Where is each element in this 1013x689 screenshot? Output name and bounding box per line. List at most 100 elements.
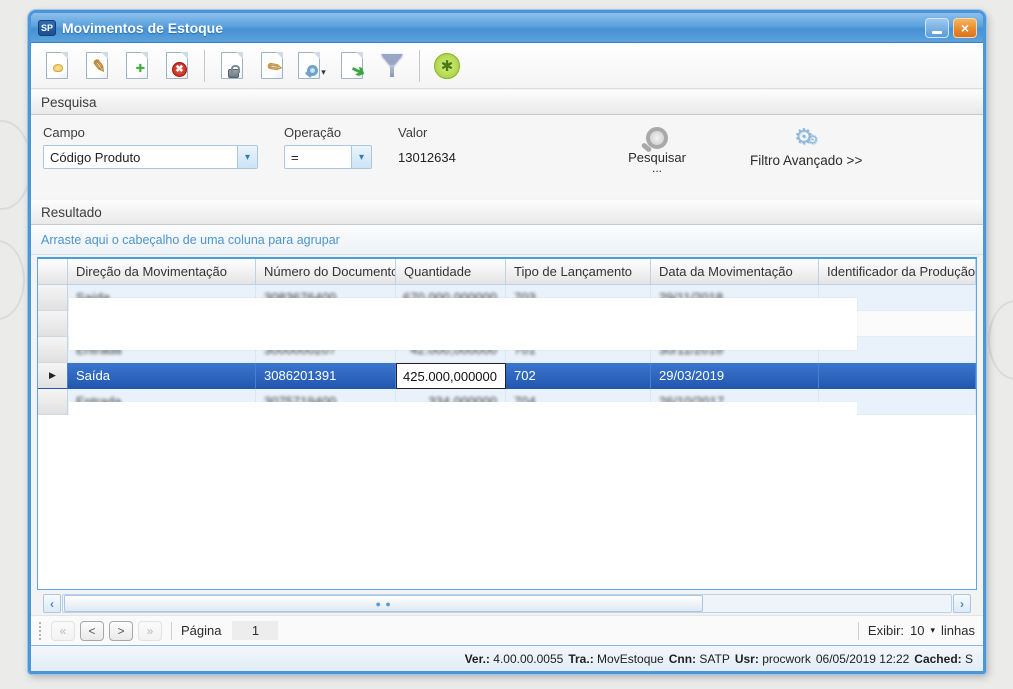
grid-body: Saída3083676400670.000,00000070329/11/20… — [38, 285, 976, 589]
edit-record-icon: ✎ — [86, 52, 108, 79]
page-number-field[interactable]: 1 — [232, 621, 278, 640]
app-icon: SP — [38, 20, 56, 36]
cell-direction[interactable]: Saída — [68, 363, 256, 389]
row-indicator-cell[interactable]: ▶ — [38, 363, 68, 389]
window-title: Movimentos de Estoque — [62, 20, 919, 36]
last-page-button[interactable]: » — [138, 621, 162, 641]
search-section-title: Pesquisa — [41, 95, 97, 110]
chevron-down-icon[interactable]: ▾ — [321, 67, 326, 78]
column-header-6[interactable]: Identificador da Produção — [819, 259, 976, 284]
insert-record-icon: + — [126, 52, 148, 79]
pager-separator — [858, 622, 859, 640]
column-header-4[interactable]: Tipo de Lançamento — [506, 259, 651, 284]
pager-separator — [171, 622, 172, 640]
toolbar-separator — [419, 50, 420, 82]
chevron-down-icon[interactable]: ▾ — [351, 146, 371, 168]
cell-production[interactable] — [819, 363, 976, 389]
gear-icon: ⚙⚙ — [794, 127, 818, 150]
cell-quantity[interactable]: 425.000,000000 — [396, 363, 506, 389]
row-indicator-cell[interactable] — [38, 311, 68, 337]
search-view-button[interactable]: ▾ — [294, 47, 330, 85]
background-swirl — [988, 300, 1013, 380]
new-record-button[interactable] — [39, 47, 75, 85]
filter-button[interactable] — [374, 47, 410, 85]
background-swirl — [0, 240, 25, 320]
status-item: Cached: S — [914, 652, 973, 666]
row-indicator-cell[interactable] — [38, 337, 68, 363]
operacao-label: Operação — [284, 125, 372, 140]
cell-document[interactable]: 3086201391 — [256, 363, 396, 389]
rows-per-page-control[interactable]: Exibir: 10 ▾ linhas — [868, 623, 975, 638]
title-bar[interactable]: SP Movimentos de Estoque × — [31, 13, 983, 43]
result-grid: Direção da MovimentaçãoNúmero do Documen… — [37, 257, 977, 590]
previous-page-button[interactable]: < — [80, 621, 104, 641]
column-header-1[interactable]: Direção da Movimentação — [68, 259, 256, 284]
search-button-dots: ... — [652, 166, 662, 170]
result-section-title: Resultado — [41, 205, 102, 220]
row-indicator-header — [38, 259, 68, 284]
campo-selected-value: Código Produto — [44, 150, 237, 165]
edit-record-button[interactable]: ✎ — [79, 47, 115, 85]
scrollbar-thumb[interactable]: ● ● — [64, 595, 703, 612]
status-bar: Ver.: 4.00.00.0055 Tra.: MovEstoque Cnn: S… — [31, 645, 983, 671]
delete-record-icon: ✖ — [166, 52, 188, 79]
redaction-overlay — [69, 298, 857, 350]
table-row[interactable]: ▶Saída3086201391425.000,00000070229/03/2… — [38, 363, 976, 389]
result-grid-area: Direção da MovimentaçãoNúmero do Documen… — [31, 255, 983, 615]
group-by-hint-text: Arraste aqui o cabeçalho de uma coluna p… — [41, 233, 340, 247]
search-section-header: Pesquisa — [31, 89, 983, 115]
close-button[interactable]: × — [953, 18, 977, 38]
search-form: Campo Código Produto ▾ Operação = ▾ Valo… — [31, 115, 983, 199]
status-item: Cnn: SATP — [669, 652, 730, 666]
operacao-selected-value: = — [285, 150, 351, 165]
campo-label: Campo — [43, 125, 258, 140]
status-item: Ver.: 4.00.00.0055 — [465, 652, 564, 666]
scroll-right-button[interactable]: › — [953, 594, 971, 613]
row-indicator-cell[interactable] — [38, 389, 68, 415]
minimize-icon — [932, 31, 942, 34]
new-record-icon — [46, 52, 68, 79]
advanced-filter-label: Filtro Avançado >> — [750, 153, 862, 168]
next-page-button[interactable]: > — [109, 621, 133, 641]
scrollbar-track[interactable]: ● ● — [62, 594, 952, 613]
delete-record-button[interactable]: ✖ — [159, 47, 195, 85]
column-header-3[interactable]: Quantidade — [396, 259, 506, 284]
column-header-5[interactable]: Data da Movimentação — [651, 259, 819, 284]
grid-header-row: Direção da MovimentaçãoNúmero do Documen… — [38, 259, 976, 285]
advanced-filter-button[interactable]: ⚙⚙ Filtro Avançado >> — [750, 125, 862, 191]
favorite-button[interactable]: ✱ — [429, 47, 465, 85]
valor-label: Valor — [398, 125, 548, 140]
campo-select[interactable]: Código Produto ▾ — [43, 145, 258, 169]
group-by-hint-bar[interactable]: Arraste aqui o cabeçalho de uma coluna p… — [31, 225, 983, 255]
valor-input[interactable] — [398, 145, 548, 169]
sign-record-button[interactable]: ✎ — [254, 47, 290, 85]
row-indicator-cell[interactable] — [38, 285, 68, 311]
horizontal-scrollbar[interactable]: ‹ ● ● › — [43, 594, 971, 613]
chevron-down-icon[interactable]: ▾ — [237, 146, 257, 168]
lock-record-icon — [221, 52, 243, 79]
column-header-2[interactable]: Número do Documento — [256, 259, 396, 284]
minimize-button[interactable] — [925, 18, 949, 38]
chevron-down-icon[interactable]: ▾ — [931, 625, 936, 636]
search-button[interactable]: Pesquisar ... — [620, 125, 694, 191]
app-window: SP Movimentos de Estoque × ✎ + ✖ ✎ ▾ ➔ ✱ Pesqu… — [28, 10, 986, 674]
scroll-left-button[interactable]: ‹ — [43, 594, 61, 613]
lines-value[interactable]: 10 — [910, 623, 924, 638]
lock-record-button[interactable] — [214, 47, 250, 85]
exibir-label: Exibir: — [868, 623, 904, 638]
export-record-button[interactable]: ➔ — [334, 47, 370, 85]
first-page-button[interactable]: « — [51, 621, 75, 641]
lines-suffix: linhas — [941, 623, 975, 638]
status-item: Tra.: MovEstoque — [568, 652, 663, 666]
operacao-select[interactable]: = ▾ — [284, 145, 372, 169]
cell-date[interactable]: 29/03/2019 — [651, 363, 819, 389]
export-record-icon: ➔ — [341, 52, 363, 79]
page-label: Página — [181, 623, 221, 638]
cell-type[interactable]: 702 — [506, 363, 651, 389]
pager-drag-handle[interactable] — [39, 622, 43, 640]
search-icon — [646, 127, 668, 149]
status-item: Usr: procwork — [735, 652, 811, 666]
insert-record-button[interactable]: + — [119, 47, 155, 85]
sign-record-icon: ✎ — [261, 52, 283, 79]
status-item: 06/05/2019 12:22 — [816, 652, 909, 666]
